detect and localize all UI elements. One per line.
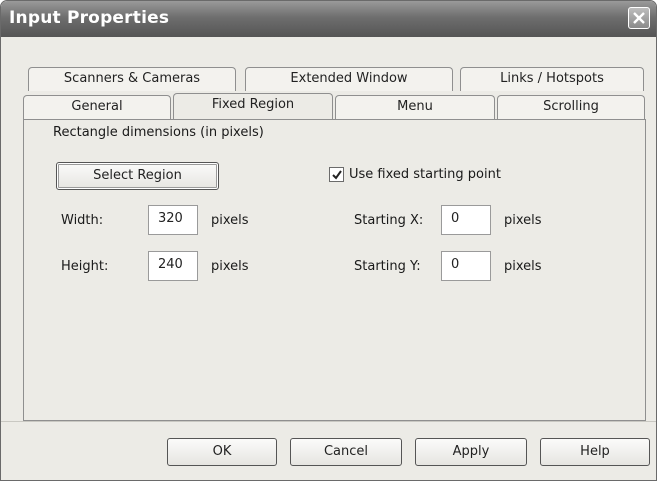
title-bar[interactable]: Input Properties	[1, 1, 656, 37]
starting-x-field[interactable]: 0	[441, 205, 491, 235]
close-button[interactable]	[628, 7, 650, 29]
select-region-label: Select Region	[93, 168, 182, 183]
checkmark-icon	[332, 170, 342, 180]
input-properties-dialog: Input Properties Scanners & Cameras Exte…	[0, 0, 657, 481]
tab-general[interactable]: General	[23, 95, 171, 119]
dialog-title: Input Properties	[9, 8, 170, 28]
tab-links-hotspots[interactable]: Links / Hotspots	[460, 67, 644, 91]
apply-button[interactable]: Apply	[415, 438, 527, 466]
width-field[interactable]: 320	[148, 205, 198, 235]
starting-y-unit-label: pixels	[504, 259, 542, 274]
width-label: Width:	[61, 213, 104, 228]
select-region-button[interactable]: Select Region	[56, 162, 219, 190]
tab-menu[interactable]: Menu	[335, 95, 495, 119]
cancel-button[interactable]: Cancel	[290, 438, 402, 466]
starting-y-label: Starting Y:	[354, 259, 421, 274]
height-unit-label: pixels	[211, 259, 249, 274]
ok-button[interactable]: OK	[167, 438, 277, 466]
use-fixed-checkbox[interactable]	[329, 167, 344, 182]
height-field[interactable]: 240	[148, 251, 198, 281]
height-label: Height:	[61, 259, 109, 274]
tab-scrolling[interactable]: Scrolling	[497, 95, 645, 119]
help-button[interactable]: Help	[540, 438, 650, 466]
close-icon	[633, 12, 645, 24]
tab-scanners-cameras[interactable]: Scanners & Cameras	[28, 67, 236, 91]
starting-x-unit-label: pixels	[504, 213, 542, 228]
width-unit-label: pixels	[211, 213, 249, 228]
starting-y-field[interactable]: 0	[441, 251, 491, 281]
footer-separator	[1, 421, 656, 422]
tab-fixed-region[interactable]: Fixed Region	[173, 93, 333, 119]
starting-x-label: Starting X:	[354, 213, 424, 228]
tab-extended-window[interactable]: Extended Window	[245, 67, 453, 91]
rectangle-dimensions-label: Rectangle dimensions (in pixels)	[53, 125, 264, 140]
use-fixed-label[interactable]: Use fixed starting point	[349, 167, 501, 182]
